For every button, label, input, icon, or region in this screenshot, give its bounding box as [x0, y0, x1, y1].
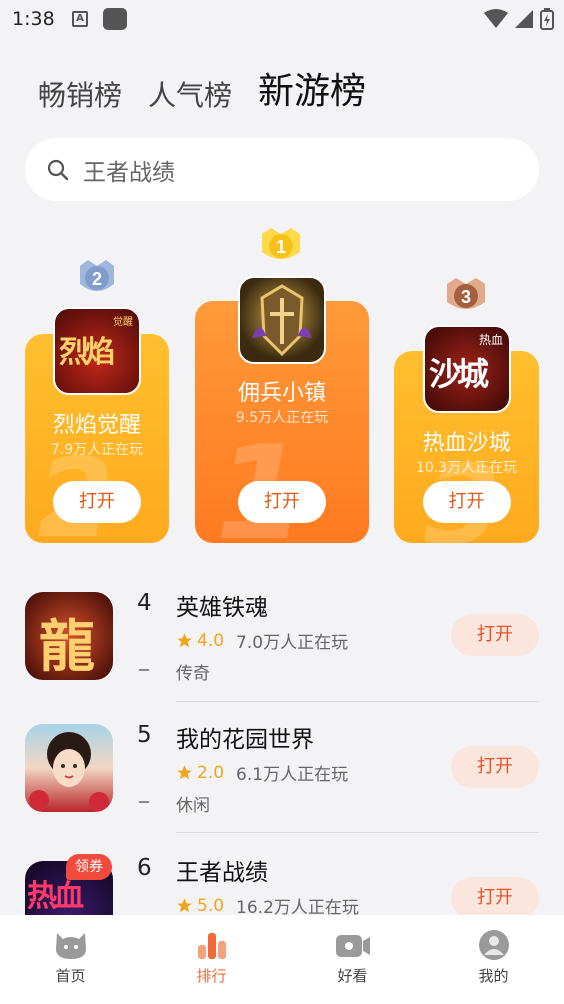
nav-ranking[interactable]: 排行 — [141, 915, 282, 1004]
portrait-art-icon — [29, 732, 109, 812]
tab-popular[interactable]: 人气榜 — [148, 74, 232, 114]
list-item[interactable]: 龍 4 英雄铁魂 4.0 7.0万人正在玩 传奇 打开 — [0, 580, 564, 710]
game-icon-third[interactable]: 沙城 热血 — [423, 325, 511, 413]
search-input[interactable]: 王者战绩 — [83, 153, 175, 187]
status-time: 1:38 — [12, 8, 55, 30]
podium-player-count: 10.3万人正在玩 — [415, 460, 518, 476]
wifi-icon — [484, 9, 508, 28]
nav-label: 好看 — [337, 967, 368, 985]
game-name: 王者战绩 — [176, 860, 268, 886]
rating-row: 4.0 7.0万人正在玩 — [176, 628, 348, 653]
rank-watermark: 1 — [215, 417, 306, 543]
search-icon — [47, 159, 69, 180]
nav-label: 首页 — [55, 967, 86, 985]
open-button[interactable]: 打开 — [422, 481, 511, 523]
tab-new-games[interactable]: 新游榜 — [258, 62, 366, 114]
open-button[interactable]: 打开 — [451, 877, 539, 915]
player-count: 6.1万人正在玩 — [236, 765, 349, 785]
divider — [176, 832, 539, 833]
signal-icon — [515, 10, 533, 28]
rating-score: 4.0 — [197, 630, 225, 651]
rank-number: 4 — [137, 590, 152, 616]
star-icon — [177, 633, 192, 648]
search-bar[interactable]: 王者战绩 — [25, 138, 539, 201]
game-icon[interactable]: 龍 — [25, 592, 113, 680]
app-notification-icon: A — [72, 11, 88, 27]
icon-title: 龍 — [39, 615, 95, 680]
rating-row: 2.0 6.1万人正在玩 — [176, 760, 348, 785]
status-bar: 1:38 A — [0, 0, 564, 40]
notification-square-icon — [103, 8, 127, 30]
open-button[interactable]: 打开 — [451, 746, 539, 788]
video-camera-icon — [335, 935, 370, 957]
divider — [176, 701, 539, 702]
nav-videos[interactable]: 好看 — [282, 915, 423, 1004]
dash-divider — [139, 669, 149, 671]
dash-divider — [139, 801, 149, 803]
rank-badge-first: 1 — [262, 228, 300, 259]
rank-number: 6 — [137, 855, 152, 881]
battery-icon — [540, 8, 554, 30]
podium-player-count: 7.9万人正在玩 — [50, 442, 144, 458]
coupon-badge[interactable]: 领券 — [66, 854, 112, 880]
podium-game-name: 热血沙城 — [422, 431, 511, 456]
podium-player-count: 9.5万人正在玩 — [235, 410, 329, 426]
nav-profile[interactable]: 我的 — [423, 915, 564, 1004]
podium-game-name: 佣兵小镇 — [237, 381, 326, 406]
open-button[interactable]: 打开 — [53, 481, 141, 523]
star-icon — [177, 765, 192, 780]
rank-number: 5 — [137, 722, 152, 748]
star-icon — [177, 898, 192, 913]
icon-title: 烈焰 — [59, 335, 115, 370]
list-item[interactable]: 5 我的花园世界 2.0 6.1万人正在玩 休闲 打开 — [0, 712, 564, 842]
game-name: 英雄铁魂 — [176, 595, 268, 621]
game-tag: 传奇 — [176, 664, 210, 684]
icon-subtitle: 觉醒 — [113, 317, 133, 328]
ranking-bars-icon — [197, 933, 226, 959]
nav-label: 排行 — [196, 967, 227, 985]
player-count: 16.2万人正在玩 — [236, 898, 359, 915]
rank-badge-third: 3 — [447, 278, 485, 309]
game-tag: 休闲 — [176, 796, 210, 816]
svg-text:1: 1 — [276, 237, 286, 257]
game-icon-first[interactable] — [238, 276, 326, 364]
svg-text:2: 2 — [92, 269, 102, 289]
rating-score: 2.0 — [197, 762, 225, 783]
status-icons — [484, 8, 554, 30]
rating-score: 5.0 — [197, 895, 225, 916]
game-name: 我的花园世界 — [176, 727, 314, 753]
svg-text:3: 3 — [461, 287, 471, 307]
icon-title: 沙城 — [429, 355, 489, 393]
game-icon-second[interactable]: 烈焰 觉醒 — [53, 307, 141, 395]
tab-bestseller[interactable]: 畅销榜 — [38, 74, 122, 114]
helmet-art-icon — [252, 284, 312, 357]
user-avatar-icon — [478, 930, 509, 960]
bottom-nav: 首页 排行 好看 我的 — [0, 915, 564, 1004]
nav-home[interactable]: 首页 — [0, 915, 141, 1004]
nav-label: 我的 — [478, 967, 509, 985]
podium-game-name: 烈焰觉醒 — [52, 413, 141, 438]
game-icon[interactable] — [25, 724, 113, 812]
open-button[interactable]: 打开 — [238, 481, 326, 523]
player-count: 7.0万人正在玩 — [236, 633, 349, 653]
home-cat-icon — [55, 933, 86, 959]
open-button[interactable]: 打开 — [451, 614, 539, 656]
ranking-tabs: 畅销榜 人气榜 新游榜 — [38, 62, 366, 114]
rating-row: 5.0 16.2万人正在玩 — [176, 893, 359, 915]
rank-badge-second: 2 — [80, 260, 114, 291]
icon-subtitle: 热血 — [478, 333, 503, 347]
